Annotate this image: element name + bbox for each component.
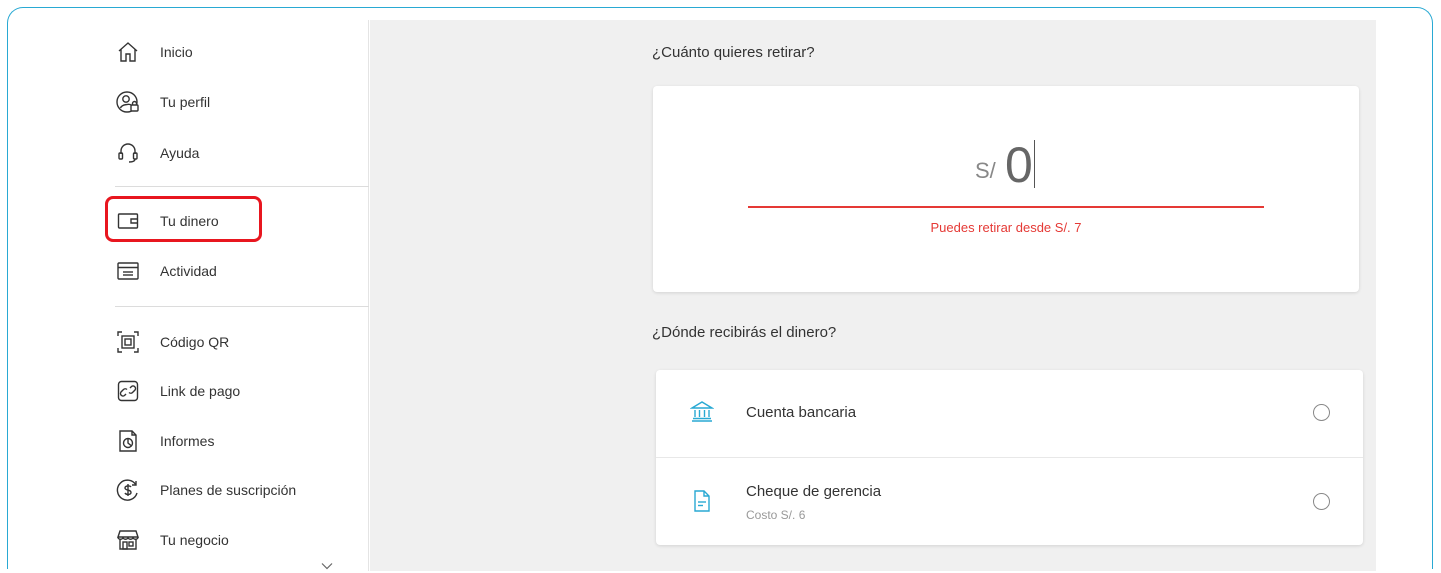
document-icon	[694, 490, 710, 512]
option-title: Cuenta bancaria	[746, 404, 857, 421]
qr-code-icon	[115, 329, 141, 355]
sidebar-item-label: Tu perfil	[160, 94, 211, 110]
sidebar-item-label: Inicio	[160, 44, 193, 60]
amount-error-message: Puedes retirar desde S/. 7	[930, 220, 1082, 235]
sidebar-item-label: Código QR	[160, 334, 230, 350]
sidebar-item-actividad[interactable]: Actividad	[115, 255, 217, 287]
option-subtitle: Costo S/. 6	[746, 508, 806, 522]
sidebar-item-planes-de-suscripcion[interactable]: Planes de suscripción	[115, 474, 296, 506]
withdraw-question: ¿Cuánto quieres retirar?	[652, 44, 815, 61]
report-icon	[115, 428, 141, 454]
sidebar-item-codigo-qr[interactable]: Código QR	[115, 326, 229, 358]
destination-options: Cuenta bancaria Cheque de gerencia Costo…	[656, 370, 1363, 545]
user-lock-icon	[115, 89, 141, 115]
sidebar-item-inicio[interactable]: Inicio	[115, 36, 193, 68]
amount-underline	[748, 206, 1264, 208]
sidebar-item-informes[interactable]: Informes	[115, 425, 214, 457]
destination-question: ¿Dónde recibirás el dinero?	[652, 324, 837, 341]
amount-card: S/ 0 Puedes retirar desde S/. 7	[653, 86, 1359, 292]
sidebar-item-label: Tu negocio	[160, 532, 229, 548]
option-cuenta-bancaria[interactable]: Cuenta bancaria	[656, 370, 1363, 456]
link-icon	[115, 378, 141, 404]
sidebar-item-label: Link de pago	[160, 383, 241, 399]
tu-dinero-highlight	[105, 196, 262, 242]
sidebar-item-label: Planes de suscripción	[160, 482, 297, 498]
bank-icon	[690, 401, 714, 422]
sidebar-divider	[115, 306, 369, 307]
sidebar-item-label: Actividad	[160, 263, 217, 279]
sidebar-item-tu-perfil[interactable]: Tu perfil	[115, 86, 210, 118]
sidebar: Inicio Tu perfil Ayuda Tu dinero Activid…	[99, 20, 369, 571]
sidebar-item-label: Ayuda	[160, 145, 200, 161]
headset-icon	[115, 140, 141, 166]
option-cheque-de-gerencia[interactable]: Cheque de gerencia Costo S/. 6	[656, 457, 1363, 544]
radio-cheque-de-gerencia[interactable]	[1313, 493, 1330, 510]
sidebar-item-tu-negocio[interactable]: Tu negocio	[115, 524, 229, 556]
sidebar-item-ayuda[interactable]: Ayuda	[115, 137, 199, 169]
radio-cuenta-bancaria[interactable]	[1313, 404, 1330, 421]
list-icon	[115, 258, 141, 284]
sidebar-divider	[115, 186, 369, 187]
sidebar-item-link-de-pago[interactable]: Link de pago	[115, 375, 240, 407]
dollar-circle-icon	[115, 477, 141, 503]
amount-input[interactable]: 0	[1005, 140, 1033, 190]
text-caret	[1034, 140, 1035, 188]
main-content: ¿Cuánto quieres retirar? S/ 0 Puedes ret…	[370, 20, 1376, 571]
home-icon	[115, 39, 141, 65]
currency-label: S/	[975, 158, 996, 183]
sidebar-item-label: Informes	[160, 433, 215, 449]
store-icon	[115, 527, 141, 553]
option-title: Cheque de gerencia	[746, 483, 882, 500]
